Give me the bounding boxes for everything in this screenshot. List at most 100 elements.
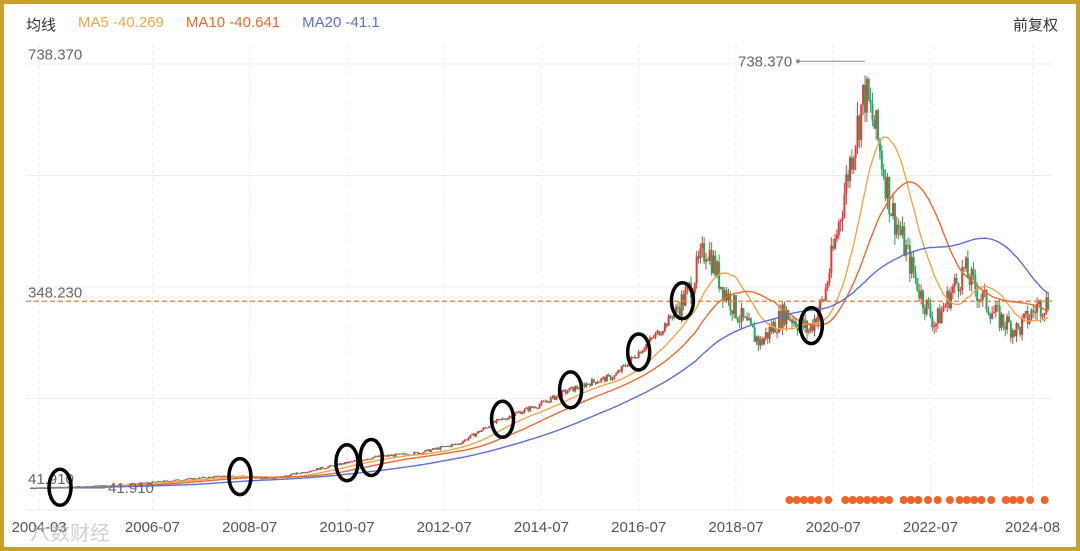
candle-body	[456, 443, 459, 445]
candle-body	[742, 308, 745, 318]
event-dot	[863, 496, 872, 504]
candle-body	[519, 411, 522, 415]
candle-body	[469, 434, 472, 438]
candle-body	[531, 406, 534, 408]
candle-body	[480, 430, 483, 432]
candle-body	[259, 478, 262, 480]
candle-body	[437, 447, 440, 450]
candle-body	[927, 299, 930, 305]
candle-body	[314, 470, 317, 472]
candle-body	[213, 476, 216, 478]
candle-body	[654, 333, 657, 338]
candle-body	[641, 350, 644, 354]
candle-body	[875, 110, 878, 129]
candle-body	[656, 330, 659, 334]
candle-body	[806, 320, 809, 333]
event-dot	[841, 496, 850, 504]
candle-body	[996, 305, 999, 307]
candle-body	[568, 388, 571, 392]
candle-body	[316, 468, 319, 471]
candle-body	[703, 243, 706, 262]
candle-body	[632, 356, 635, 358]
candle-body	[392, 454, 395, 457]
event-dot	[1026, 496, 1035, 504]
candle-body	[749, 318, 752, 324]
candle-body	[903, 226, 906, 256]
candle-body	[516, 412, 519, 414]
candle-body	[908, 245, 911, 274]
candle-body	[854, 146, 857, 158]
candle-body	[705, 259, 708, 262]
candle-body	[158, 481, 161, 483]
candle-body	[310, 470, 313, 472]
candle-body	[538, 404, 541, 408]
candle-body	[734, 295, 737, 318]
candle-body	[841, 216, 844, 221]
candle-body	[706, 259, 709, 261]
ma20-line	[30, 237, 1049, 490]
candle-body	[633, 356, 636, 359]
candle-body	[615, 373, 618, 376]
candle-body	[373, 456, 376, 458]
candle-body	[463, 439, 466, 442]
candle-body	[826, 283, 829, 289]
candlestick-chart[interactable]: 738.370348.23041.910738.37041.9102004-03…	[0, 0, 1080, 551]
candle-body	[882, 169, 885, 178]
candle-body	[860, 104, 863, 140]
event-dot	[885, 496, 894, 504]
x-tick-label: 2024-08	[1005, 519, 1060, 536]
candle-body	[910, 256, 913, 274]
event-dot	[977, 496, 986, 504]
candle-body	[529, 406, 532, 411]
candle-body	[869, 99, 872, 104]
candle-body	[877, 110, 880, 140]
candle-body	[388, 455, 391, 457]
candle-body	[1009, 322, 1012, 338]
x-tick-label: 2008-07	[222, 519, 277, 536]
candle-body	[390, 454, 393, 456]
candle-body	[991, 313, 994, 319]
candle-body	[847, 174, 850, 182]
candle-body	[938, 308, 941, 324]
candle-body	[400, 453, 403, 455]
candle-body	[755, 336, 758, 342]
max-price-label: 738.370	[738, 53, 792, 70]
candle-body	[1019, 326, 1022, 335]
candle-body	[347, 461, 350, 464]
candle-body	[415, 452, 418, 454]
candle-body	[835, 234, 838, 239]
x-tick-label: 2014-07	[514, 519, 569, 536]
candle-body	[482, 427, 485, 431]
candle-body	[327, 466, 330, 469]
candle-body	[912, 256, 915, 273]
event-dot	[1001, 496, 1010, 504]
max-marker-dot	[796, 59, 800, 64]
candle-body	[465, 439, 468, 441]
candle-body	[344, 461, 347, 465]
candle-body	[194, 478, 197, 480]
candle-body	[858, 115, 861, 140]
candle-body	[1011, 330, 1014, 338]
candle-body	[710, 249, 713, 274]
candle-body	[957, 283, 960, 292]
candle-body	[605, 375, 608, 382]
candle-body	[678, 307, 681, 317]
candle-body	[198, 477, 201, 479]
candle-body	[852, 157, 855, 170]
candle-body	[974, 274, 977, 290]
candle-body	[450, 444, 453, 447]
event-dot	[914, 496, 923, 504]
candle-body	[431, 448, 434, 450]
candle-body	[807, 330, 810, 333]
candle-body	[602, 377, 605, 379]
candle-body	[1013, 330, 1016, 337]
candle-body	[1047, 297, 1050, 310]
candle-body	[574, 386, 577, 392]
candle-body	[542, 401, 545, 403]
candle-body	[188, 478, 191, 480]
candle-body	[1002, 314, 1005, 326]
candle-body	[566, 391, 569, 394]
candle-body	[224, 475, 227, 477]
candle-body	[577, 388, 580, 390]
candle-body	[301, 472, 304, 474]
